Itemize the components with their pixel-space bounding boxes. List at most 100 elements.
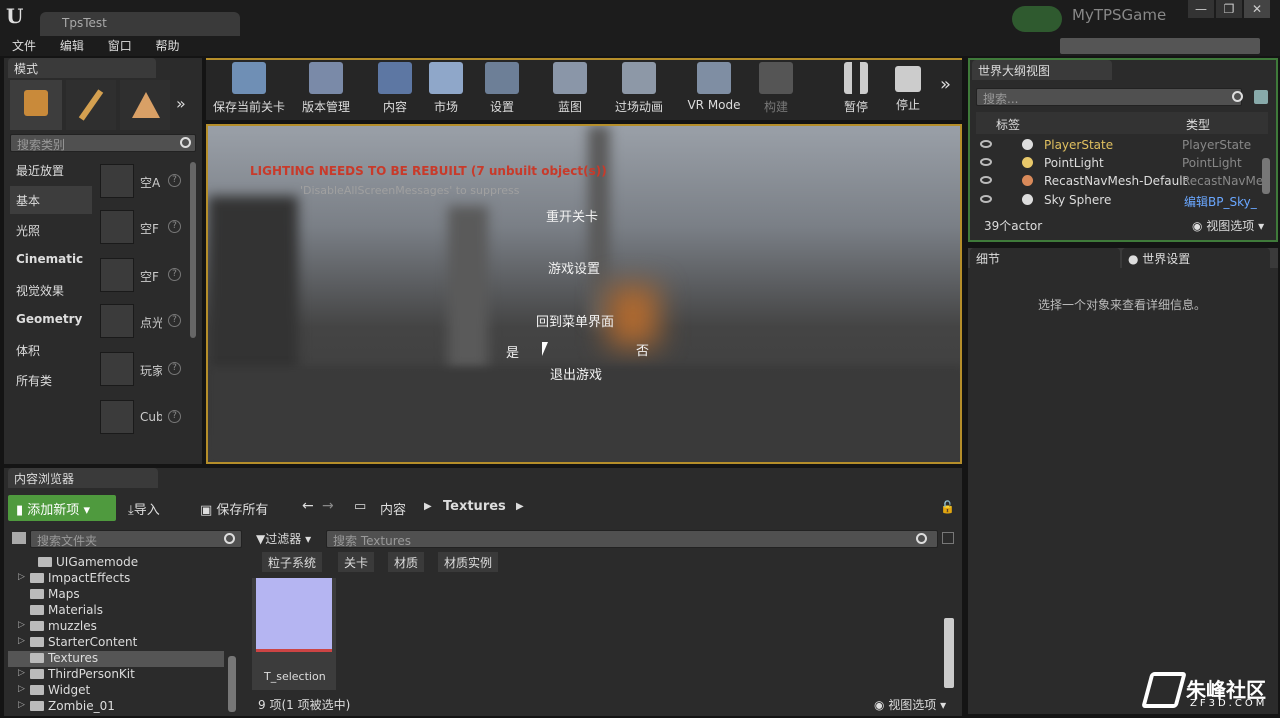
outliner-row[interactable]: PlayerState PlayerState [976,136,1274,154]
help-icon[interactable]: ? [168,220,181,233]
visibility-eye-icon[interactable] [980,140,992,148]
folder-widget[interactable]: ▷ Widget [18,683,90,699]
marketplace-button[interactable]: 市场 [424,60,468,118]
content-browser-tab[interactable]: 内容浏览器 [8,468,158,488]
folder-zombie-01[interactable]: ▷ Zombie_01 [18,699,115,715]
outliner-view-options[interactable]: ◉ 视图选项 ▾ [1192,217,1264,234]
outliner-search-input[interactable]: 搜索... [976,88,1242,106]
place-item-point-light[interactable]: 点光? [98,302,188,342]
help-icon[interactable]: ? [168,268,181,281]
menu-window[interactable]: 窗口 [108,36,132,56]
filter-chip-material-instances[interactable]: 材质实例 [438,552,499,572]
back-to-menu-button[interactable]: 回到菜单界面 [536,311,614,330]
menu-help[interactable]: 帮助 [156,36,180,56]
category-recent[interactable]: 最近放置 [10,156,92,184]
visibility-eye-icon[interactable] [980,158,992,166]
category-cinematic[interactable]: Cinematic [10,246,92,274]
category-basic[interactable]: 基本 [10,186,92,214]
help-icon[interactable]: ? [168,410,181,423]
menu-edit[interactable]: 编辑 [60,36,84,56]
more-modes-icon[interactable]: » [176,94,186,113]
build-button[interactable]: 构建 [756,60,796,118]
world-outliner-tab[interactable]: 世界大纲视图 [972,60,1112,80]
minimize-button[interactable]: — [1188,0,1214,18]
outliner-row[interactable]: PointLight PointLight [976,154,1274,172]
help-icon[interactable]: ? [168,174,181,187]
back-arrow-icon[interactable]: ← [302,498,314,514]
outliner-scrollbar[interactable] [1262,158,1270,194]
add-filter-icon[interactable] [1254,90,1268,104]
stop-button[interactable]: 停止 [890,60,926,118]
level-viewport[interactable]: LIGHTING NEEDS TO BE REBUILT (7 unbuilt … [206,124,962,464]
folder-impacteffects[interactable]: ▷ ImpactEffects [18,571,130,587]
help-icon[interactable]: ? [168,362,181,375]
breadcrumb-content[interactable]: 内容 [380,499,406,518]
blueprints-button[interactable]: 蓝图 [548,60,592,118]
filter-chip-levels[interactable]: 关卡 [338,552,375,572]
asset-search-input[interactable]: 搜索 Textures [326,530,938,548]
save-all-button[interactable]: ▣ 保存所有 [200,499,268,518]
expand-arrow-icon[interactable]: ▷ [18,636,25,646]
expand-arrow-icon[interactable]: ▷ [18,684,25,694]
asset-scrollbar[interactable] [944,618,954,688]
save-level-button[interactable]: 保存当前关卡 [210,60,288,118]
category-geometry[interactable]: Geometry [10,306,92,334]
category-search-input[interactable]: 搜索类别 [10,134,196,152]
category-volumes[interactable]: 体积 [10,336,92,364]
document-tab[interactable]: TpsTest [40,12,240,36]
game-settings-button[interactable]: 游戏设置 [548,258,600,277]
place-item-player-start[interactable]: 玩家? [98,350,188,390]
category-lights[interactable]: 光照 [10,216,92,244]
expand-arrow-icon[interactable]: ▷ [18,572,25,582]
column-type-header[interactable]: 类型 [1186,116,1210,133]
save-search-icon[interactable] [942,532,954,544]
menu-file[interactable]: 文件 [12,36,36,56]
place-item-cube[interactable]: Cub? [98,398,188,438]
landscape-mode-icon[interactable] [120,80,170,130]
folder-materials[interactable]: Materials [30,603,103,619]
place-item-empty-character[interactable]: 空F? [98,208,188,248]
folder-maps[interactable]: Maps [30,587,80,603]
forward-arrow-icon[interactable]: → [322,498,334,514]
modes-tab[interactable]: 模式 [8,58,156,78]
quit-game-button[interactable]: 退出游戏 [550,364,602,383]
category-all-classes[interactable]: 所有类 [10,366,92,394]
category-visual-effects[interactable]: 视觉效果 [10,276,92,304]
place-mode-icon[interactable] [10,80,62,130]
vr-mode-button[interactable]: VR Mode [686,60,742,118]
maximize-button[interactable]: ❐ [1216,0,1242,18]
outliner-row[interactable]: Sky Sphere 编辑BP_Sky_ [976,191,1274,209]
column-label-header[interactable]: 标签 [996,116,1020,133]
cinematics-button[interactable]: 过场动画 [612,60,666,118]
content-view-options[interactable]: ◉ 视图选项 ▾ [874,696,946,713]
toolbar-more-icon[interactable]: » [940,74,951,95]
folder-uigamemode[interactable]: UIGamemode [38,555,138,571]
details-tab[interactable]: 细节 [970,248,1120,268]
folder-startercontent[interactable]: ▷ StarterContent [18,635,137,651]
world-settings-tab[interactable]: ● 世界设置 [1122,248,1270,268]
add-new-button[interactable]: ▮ 添加新项 ▾ [8,495,116,521]
folder-muzzles[interactable]: ▷ muzzles [18,619,97,635]
restart-level-button[interactable]: 重开关卡 [546,206,598,225]
yes-button[interactable]: 是 [506,342,519,361]
import-button[interactable]: ⤓导入 [128,499,160,518]
content-button[interactable]: 内容 [372,60,418,118]
settings-button[interactable]: 设置 [480,60,524,118]
folder-search-input[interactable]: 搜索文件夹 [30,530,242,548]
global-search-input[interactable] [1060,38,1260,54]
lock-icon[interactable]: 🔓 [940,500,955,514]
place-item-empty-pawn[interactable]: 空F? [98,256,188,296]
filters-button[interactable]: ▼过滤器 ▾ [256,530,311,547]
expand-arrow-icon[interactable]: ▷ [18,700,25,710]
no-button[interactable]: 否 [636,340,649,359]
outliner-row[interactable]: RecastNavMesh-Default RecastNavMe [976,172,1274,190]
folder-textures[interactable]: Textures [30,651,98,667]
visibility-eye-icon[interactable] [980,176,992,184]
filter-chip-materials[interactable]: 材质 [388,552,425,572]
place-item-empty-actor[interactable]: 空A? [98,162,188,202]
help-icon[interactable]: ? [168,314,181,327]
folder-tree-scrollbar[interactable] [228,656,236,712]
asset-tile[interactable]: T_selection [252,578,336,690]
actor-type-link[interactable]: 编辑BP_Sky_ [1184,193,1270,210]
folders-toggle-icon[interactable] [12,532,26,544]
